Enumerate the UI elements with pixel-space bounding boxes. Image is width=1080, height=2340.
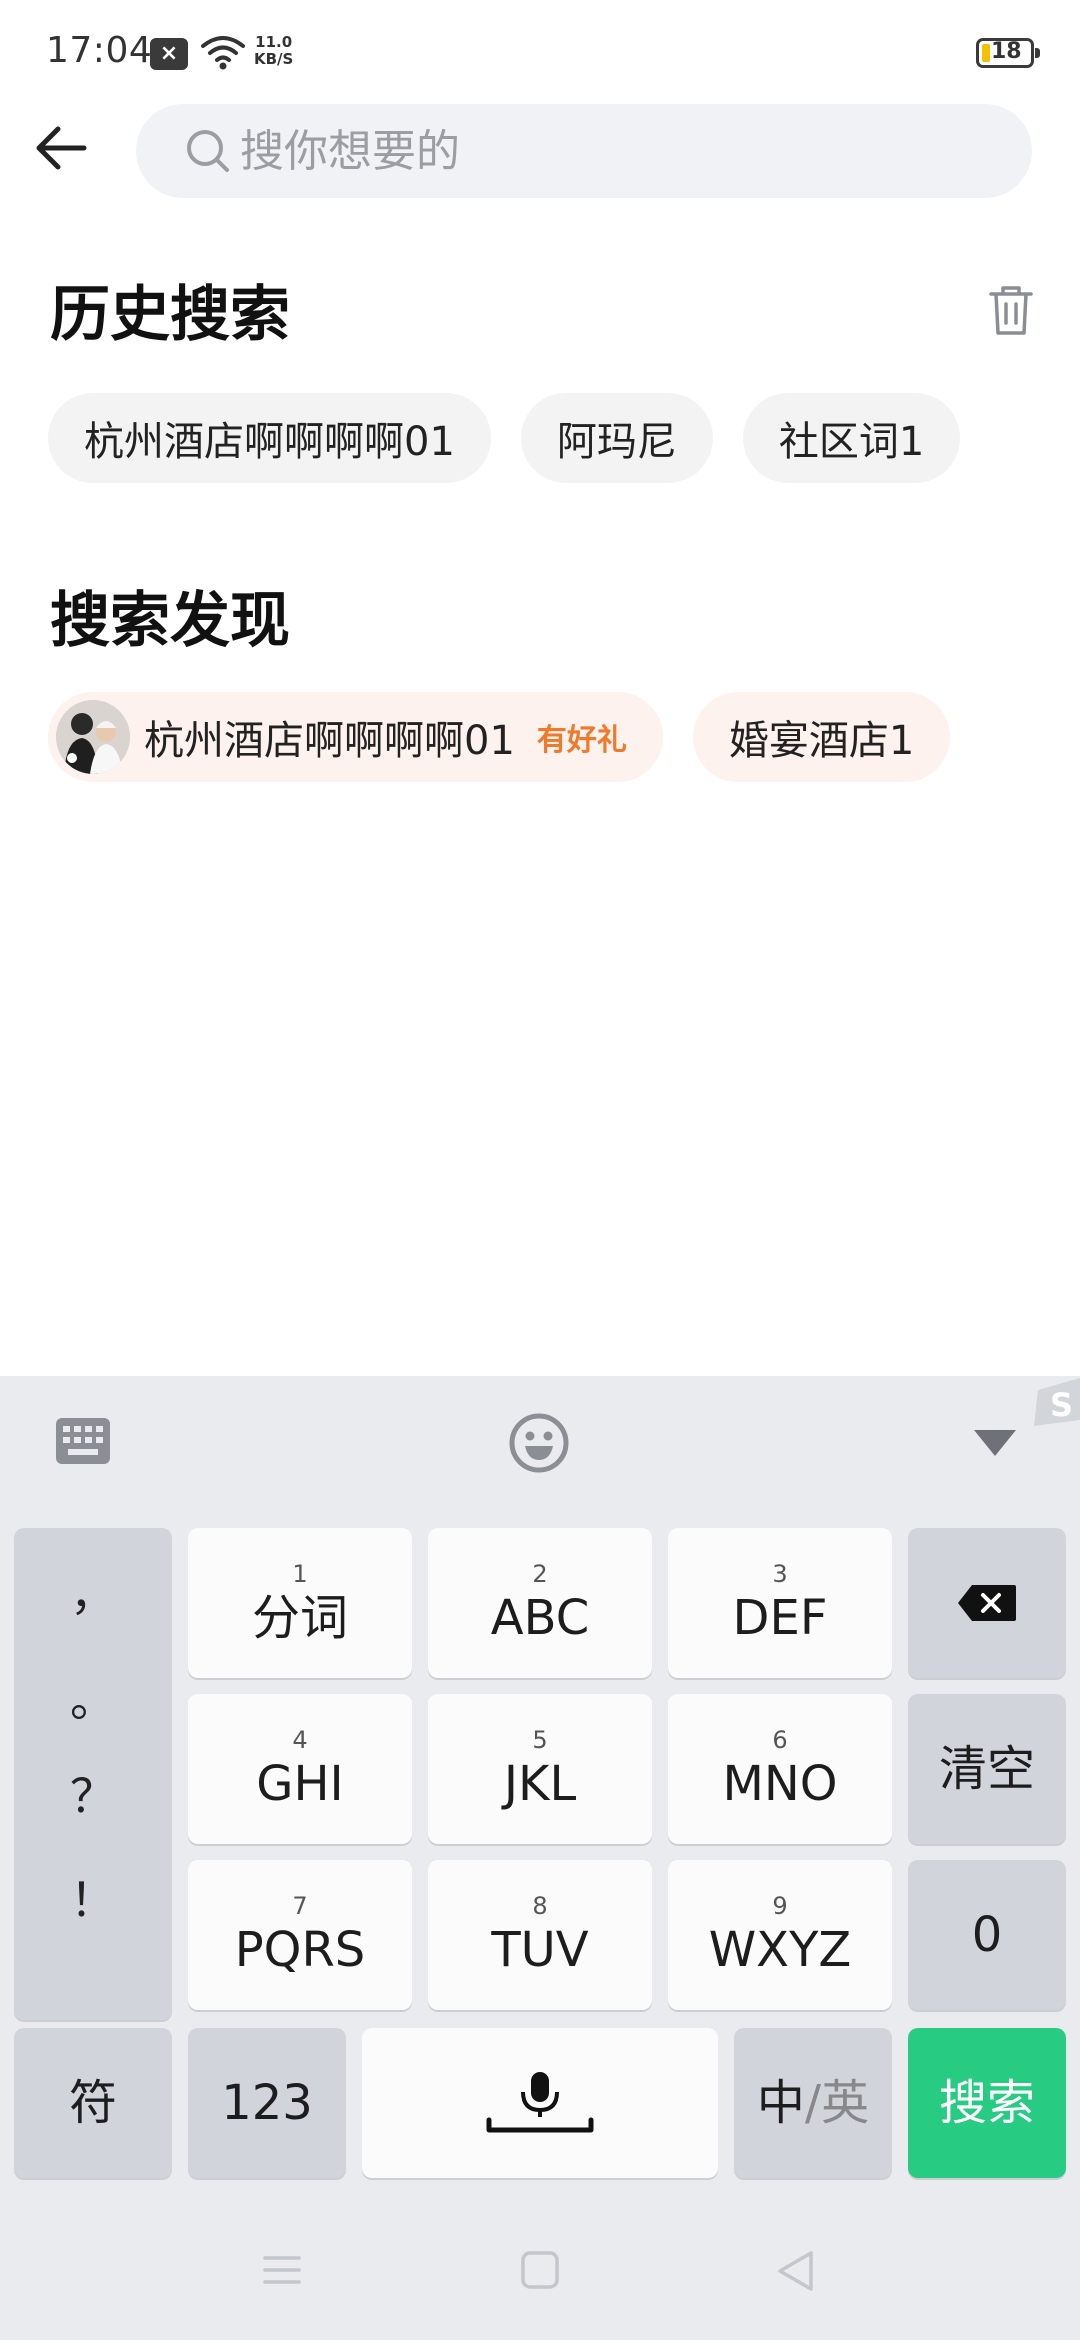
key-number: 2 — [532, 1560, 548, 1588]
key-label: MNO — [722, 1756, 838, 1812]
numbers-key-label: 123 — [221, 2075, 313, 2131]
history-chip[interactable]: 社区词1 — [742, 393, 961, 483]
key-0[interactable]: 0 — [908, 1860, 1066, 2010]
discover-chip-label: 杭州酒店啊啊啊啊01 — [144, 718, 515, 764]
battery-icon: 18 — [976, 38, 1040, 68]
clear-key[interactable]: 清空 — [908, 1694, 1066, 1844]
emoji-icon[interactable] — [508, 1412, 570, 1474]
key-number: 6 — [772, 1726, 788, 1754]
search-submit-key[interactable]: 搜索 — [908, 2028, 1066, 2178]
key-label: JKL — [503, 1756, 577, 1812]
discover-chip[interactable]: 婚宴酒店1 — [692, 692, 951, 782]
key-number: 4 — [292, 1726, 308, 1754]
backspace-key[interactable] — [908, 1528, 1066, 1678]
navigation-bar — [0, 2220, 1080, 2340]
collapse-keyboard-icon[interactable] — [972, 1428, 1018, 1458]
punct-comma-key[interactable]: ， — [14, 1558, 172, 1624]
keyboard-toolbar: S — [0, 1376, 1080, 1506]
lang-zh-label: 中 — [756, 2075, 805, 2131]
wifi-icon — [201, 36, 245, 70]
back-arrow-icon[interactable] — [30, 116, 94, 180]
discover-section-title: 搜索发现 — [50, 586, 290, 656]
history-chip[interactable]: 阿玛尼 — [520, 393, 713, 483]
punct-period-key[interactable]: 。 — [14, 1664, 172, 1730]
input-method-logo-icon: S — [1034, 1378, 1080, 1426]
lang-en-label: 英 — [821, 2075, 870, 2131]
discover-chip[interactable]: 杭州酒店啊啊啊啊01 有好礼 — [48, 692, 663, 782]
battery-percent: 18 — [991, 39, 1022, 64]
punct-exclaim-key[interactable]: ！ — [14, 1864, 172, 1930]
key-label: TUV — [491, 1922, 589, 1978]
history-list: 杭州酒店啊啊啊啊01 阿玛尼 社区词1 — [48, 393, 990, 483]
backspace-icon — [958, 1585, 1016, 1621]
numbers-key[interactable]: 123 — [188, 2028, 346, 2178]
key-5[interactable]: 5 JKL — [428, 1694, 652, 1844]
microphone-icon — [486, 2072, 594, 2133]
keyboard: S ， 。 ？ ！ 1 分词 2 ABC 3 DEF 4 GHI 5 JKL 6… — [0, 1376, 1080, 2340]
history-chip[interactable]: 杭州酒店啊啊啊啊01 — [48, 393, 491, 483]
key-label: ABC — [490, 1590, 590, 1646]
network-speed: 11.0 KB/S — [254, 34, 293, 68]
key-number: 3 — [772, 1560, 788, 1588]
key-label: WXYZ — [708, 1922, 852, 1978]
search-input[interactable] — [240, 104, 980, 198]
gift-badge: 有好礼 — [536, 723, 627, 758]
key-9[interactable]: 9 WXYZ — [668, 1860, 892, 2010]
punctuation-column: ， 。 ？ ！ — [14, 1528, 172, 2020]
key-label: 分词 — [251, 1590, 348, 1646]
key-3[interactable]: 3 DEF — [668, 1528, 892, 1678]
key-label: DEF — [732, 1590, 828, 1646]
key-number: 7 — [292, 1892, 308, 1920]
key-label: GHI — [256, 1756, 344, 1812]
key-label: PQRS — [234, 1922, 366, 1978]
search-icon — [187, 130, 229, 172]
discover-list: 杭州酒店啊啊啊啊01 有好礼 婚宴酒店1 — [48, 692, 980, 782]
avatar — [56, 700, 130, 774]
search-screen: 17:04 × 11.0 KB/S 18 历史搜索 — [0, 0, 1080, 2340]
back-nav-icon[interactable] — [776, 2250, 816, 2292]
key-number: 8 — [532, 1892, 548, 1920]
punct-question-key[interactable]: ？ — [14, 1760, 172, 1826]
key-8[interactable]: 8 TUV — [428, 1860, 652, 2010]
clear-key-label: 清空 — [938, 1741, 1035, 1797]
svg-text:S: S — [1050, 1386, 1073, 1424]
network-speed-value: 11.0 — [255, 33, 293, 51]
key-number: 5 — [532, 1726, 548, 1754]
key-4[interactable]: 4 GHI — [188, 1694, 412, 1844]
language-toggle-key[interactable]: 中 / 英 — [734, 2028, 892, 2178]
status-bar: 17:04 × 11.0 KB/S 18 — [0, 0, 1080, 100]
symbols-key-label: 符 — [68, 2075, 117, 2131]
trash-icon[interactable] — [986, 282, 1036, 338]
network-speed-unit: KB/S — [254, 50, 294, 68]
home-icon[interactable] — [520, 2250, 560, 2290]
battery-level — [982, 44, 990, 62]
search-bar[interactable] — [136, 104, 1032, 198]
space-voice-key[interactable] — [362, 2028, 718, 2178]
key-number: 1 — [292, 1560, 308, 1588]
symbols-key[interactable]: 符 — [14, 2028, 172, 2178]
key-7[interactable]: 7 PQRS — [188, 1860, 412, 2010]
key-1[interactable]: 1 分词 — [188, 1528, 412, 1678]
key-label: 0 — [971, 1907, 1003, 1963]
key-number: 9 — [772, 1892, 788, 1920]
search-submit-label: 搜索 — [938, 2075, 1035, 2131]
key-2[interactable]: 2 ABC — [428, 1528, 652, 1678]
history-section-title: 历史搜索 — [50, 280, 290, 350]
lang-separator: / — [804, 2075, 822, 2131]
notification-icon: × — [150, 38, 188, 70]
key-6[interactable]: 6 MNO — [668, 1694, 892, 1844]
status-time: 17:04 — [46, 30, 153, 71]
keyboard-icon[interactable] — [54, 1416, 112, 1466]
menu-icon[interactable] — [262, 2250, 302, 2290]
